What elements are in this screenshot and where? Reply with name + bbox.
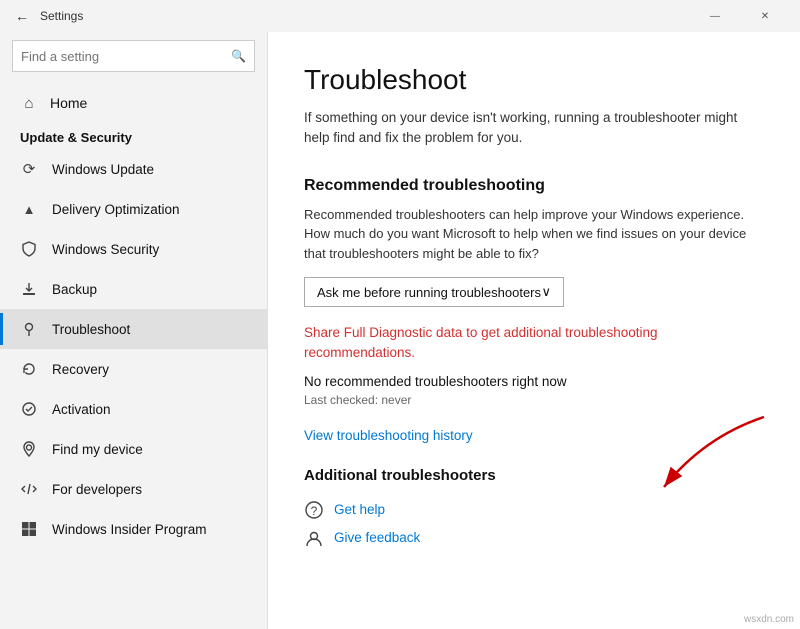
svg-text:?: ? (311, 504, 318, 518)
sidebar-item-label: Delivery Optimization (52, 202, 180, 217)
help-links: ? Get help Give feedback (304, 500, 760, 548)
main-description: If something on your device isn't workin… (304, 108, 760, 149)
sidebar-home-label: Home (50, 95, 87, 111)
home-icon: ⌂ (20, 94, 38, 112)
no-troubleshooters-text: No recommended troubleshooters right now (304, 374, 760, 389)
sidebar-item-activation[interactable]: Activation (0, 389, 267, 429)
sidebar-item-find-my-device[interactable]: Find my device (0, 429, 267, 469)
for-developers-icon (20, 480, 38, 498)
recommended-desc: Recommended troubleshooters can help imp… (304, 205, 760, 264)
search-input[interactable] (21, 49, 231, 64)
delivery-optimization-icon: ▲ (20, 200, 38, 218)
windows-update-icon: ⟳ (20, 160, 38, 178)
recommended-heading: Recommended troubleshooting (304, 177, 760, 195)
give-feedback-label: Give feedback (334, 530, 420, 545)
find-my-device-icon (20, 440, 38, 458)
recovery-icon (20, 360, 38, 378)
titlebar-title: Settings (40, 9, 83, 23)
sidebar-item-label: Activation (52, 402, 111, 417)
sidebar-item-label: Windows Update (52, 162, 154, 177)
windows-security-icon (20, 240, 38, 258)
minimize-button[interactable]: — (692, 0, 738, 32)
sidebar-item-label: Backup (52, 282, 97, 297)
search-icon: 🔍 (231, 49, 246, 63)
get-help-icon: ? (304, 500, 324, 520)
troubleshoot-icon (20, 320, 38, 338)
sidebar: 🔍 ⌂ Home Update & Security ⟳ Windows Upd… (0, 32, 268, 629)
get-help-item[interactable]: ? Get help (304, 500, 760, 520)
titlebar-controls: — ✕ (692, 0, 788, 32)
activation-icon (20, 400, 38, 418)
sidebar-item-label: Recovery (52, 362, 109, 377)
troubleshooter-dropdown[interactable]: Ask me before running troubleshooters ∨ (304, 277, 564, 307)
give-feedback-item[interactable]: Give feedback (304, 528, 760, 548)
sidebar-item-troubleshoot[interactable]: Troubleshoot (0, 309, 267, 349)
sidebar-item-home[interactable]: ⌂ Home (0, 84, 267, 122)
close-button[interactable]: ✕ (742, 0, 788, 32)
additional-heading: Additional troubleshooters (304, 467, 760, 484)
sidebar-item-delivery-optimization[interactable]: ▲ Delivery Optimization (0, 189, 267, 229)
windows-insider-icon (20, 520, 38, 538)
main-content: Troubleshoot If something on your device… (268, 32, 800, 629)
last-checked-text: Last checked: never (304, 393, 760, 407)
dropdown-label: Ask me before running troubleshooters (317, 285, 541, 300)
sidebar-item-windows-update[interactable]: ⟳ Windows Update (0, 149, 267, 189)
sidebar-item-label: Troubleshoot (52, 322, 130, 337)
back-button[interactable]: ← (12, 6, 32, 26)
backup-icon (20, 280, 38, 298)
arrow-annotation (624, 407, 784, 507)
share-diagnostic-link-text[interactable]: Share Full Diagnostic data to get additi… (304, 323, 760, 364)
chevron-down-icon: ∨ (541, 284, 551, 300)
sidebar-item-label: Find my device (52, 442, 143, 457)
sidebar-section-label: Update & Security (0, 122, 267, 149)
sidebar-item-for-developers[interactable]: For developers (0, 469, 267, 509)
titlebar-left: ← Settings (12, 6, 83, 26)
page-title: Troubleshoot (304, 64, 760, 96)
sidebar-item-recovery[interactable]: Recovery (0, 349, 267, 389)
view-history-link[interactable]: View troubleshooting history (304, 428, 473, 443)
titlebar: ← Settings — ✕ (0, 0, 800, 32)
app-body: 🔍 ⌂ Home Update & Security ⟳ Windows Upd… (0, 32, 800, 629)
give-feedback-icon (304, 528, 324, 548)
get-help-label: Get help (334, 502, 385, 517)
sidebar-item-label: Windows Insider Program (52, 522, 207, 537)
sidebar-item-windows-security[interactable]: Windows Security (0, 229, 267, 269)
search-box[interactable]: 🔍 (12, 40, 255, 72)
watermark: wsxdn.com (744, 614, 794, 625)
sidebar-item-label: Windows Security (52, 242, 159, 257)
sidebar-item-label: For developers (52, 482, 142, 497)
sidebar-item-windows-insider[interactable]: Windows Insider Program (0, 509, 267, 549)
share-diagnostic-link[interactable]: Share Full Diagnostic data to get additi… (304, 323, 760, 374)
sidebar-item-backup[interactable]: Backup (0, 269, 267, 309)
